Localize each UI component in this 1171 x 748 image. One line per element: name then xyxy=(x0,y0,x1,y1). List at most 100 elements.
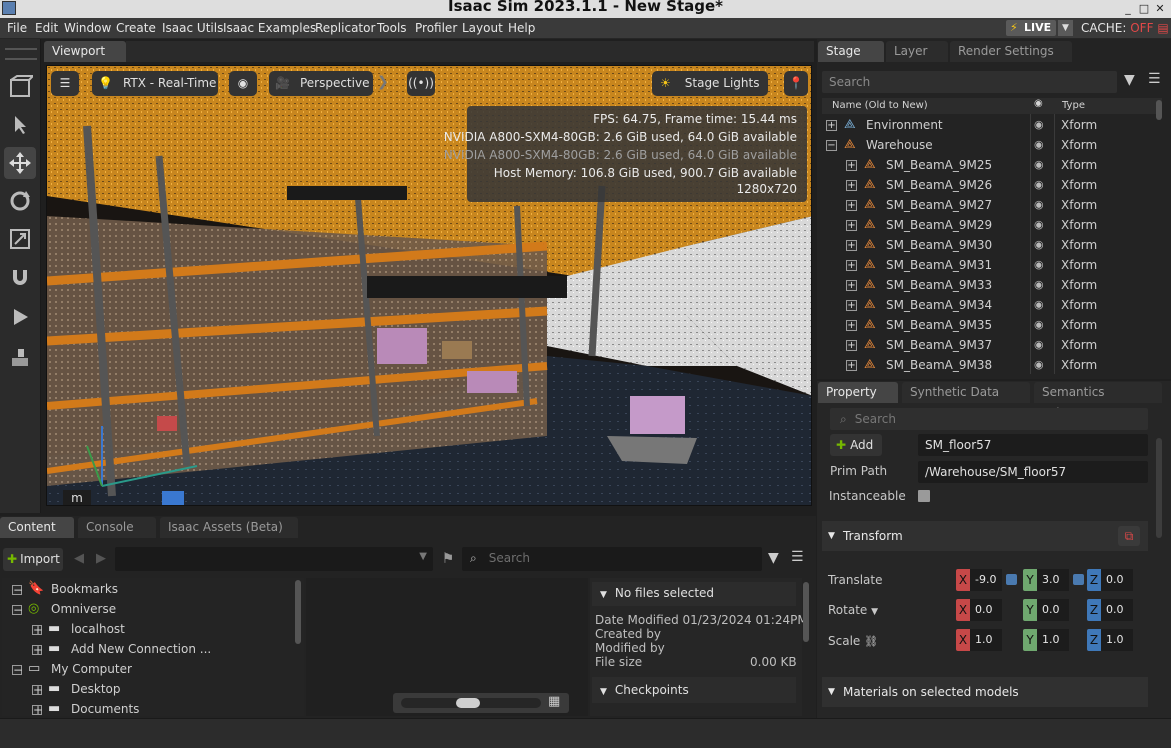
menu-tools[interactable]: Tools xyxy=(377,21,407,35)
eye-icon[interactable]: ◉ xyxy=(1034,358,1044,371)
keyframe-icon[interactable] xyxy=(1073,574,1084,585)
stage-tree-row[interactable]: + ⟁ SM_BeamA_9M38 ◉ Xform xyxy=(822,356,1154,376)
stage-tree-row[interactable]: + ⟁ SM_BeamA_9M37 ◉ Xform xyxy=(822,336,1154,356)
materials-section-header[interactable]: ▼ Materials on selected models xyxy=(822,677,1148,707)
stage-tree-row[interactable]: + ⟁ SM_BeamA_9M27 ◉ Xform xyxy=(822,196,1154,216)
tab-semantics-schema[interactable]: Semantics Schema... xyxy=(1034,382,1162,420)
stage-scrollbar[interactable] xyxy=(1156,100,1162,120)
expand-toggle[interactable]: + xyxy=(846,260,857,271)
expand-toggle[interactable]: + xyxy=(846,280,857,291)
menu-isaac-examples[interactable]: Isaac Examples xyxy=(223,21,316,35)
import-button[interactable]: ✚ Import xyxy=(3,548,63,571)
menu-profiler[interactable]: Profiler xyxy=(415,21,457,35)
add-button[interactable]: ✚ Add xyxy=(830,434,882,456)
transform-section-header[interactable]: ▼ Transform ⧉ xyxy=(822,521,1148,551)
content-tree-item[interactable]: My Computer xyxy=(51,662,132,676)
live-button[interactable]: ⚡ LIVE xyxy=(1006,20,1056,36)
eye-icon[interactable]: ◉ xyxy=(1034,298,1044,311)
eye-icon[interactable]: ◉ xyxy=(1034,138,1044,151)
visibility-button[interactable]: ◉ xyxy=(229,71,257,96)
settings-button[interactable]: ☰ xyxy=(51,71,79,96)
close-button[interactable]: ✕ xyxy=(1152,1,1168,17)
eye-icon[interactable]: ◉ xyxy=(1034,218,1044,231)
content-tree-item[interactable]: Documents xyxy=(71,702,139,716)
link-icon[interactable]: ⛓ xyxy=(864,635,878,648)
path-input[interactable]: ▼ xyxy=(115,547,433,571)
prim-name-field[interactable]: SM_floor57 xyxy=(918,434,1148,456)
tab-render-settings[interactable]: Render Settings xyxy=(950,41,1072,62)
eye-icon[interactable]: ◉ xyxy=(1034,278,1044,291)
renderer-button[interactable]: 💡 RTX - Real-Time xyxy=(92,71,218,96)
stage-tree-row[interactable]: + ⟁ SM_BeamA_9M33 ◉ Xform xyxy=(822,276,1154,296)
menu-isaac-utils[interactable]: Isaac Utils xyxy=(162,21,223,35)
stage-search-input[interactable]: Search xyxy=(822,71,1117,93)
expand-toggle[interactable]: + xyxy=(846,200,857,211)
scale-x-field[interactable]: 1.0 xyxy=(970,629,1002,651)
eye-icon[interactable]: ◉ xyxy=(1034,258,1044,271)
expand-toggle[interactable]: + xyxy=(32,624,43,636)
stage-tree-row[interactable]: + ⟁ SM_BeamA_9M35 ◉ Xform xyxy=(822,316,1154,336)
broadcast-button[interactable]: ((•)) xyxy=(407,71,435,96)
property-scrollbar[interactable] xyxy=(1156,438,1162,538)
translate-z-field[interactable]: 0.0 xyxy=(1101,569,1133,591)
eye-icon[interactable]: ◉ xyxy=(1034,178,1044,191)
stage-tree-row[interactable]: + ⟁ SM_BeamA_9M25 ◉ Xform xyxy=(822,156,1154,176)
col-name-header[interactable]: Name (Old to New) xyxy=(832,100,928,111)
chevron-down-icon[interactable]: ▼ xyxy=(419,551,427,562)
expand-toggle[interactable]: + xyxy=(826,120,837,131)
eye-icon[interactable]: ◉ xyxy=(1034,318,1044,331)
grid-view-icon[interactable]: ▦ xyxy=(548,694,560,709)
scale-y-field[interactable]: 1.0 xyxy=(1037,629,1069,651)
slider-thumb[interactable] xyxy=(456,698,480,708)
transform-options-button[interactable]: ⧉ xyxy=(1118,526,1140,546)
expand-toggle[interactable]: + xyxy=(32,644,43,656)
stage-tree-row[interactable]: − ⟁ Warehouse ◉ Xform xyxy=(822,136,1154,156)
details-scrollbar[interactable] xyxy=(803,582,809,642)
live-dropdown-button[interactable]: ▼ xyxy=(1058,20,1073,36)
menu-file[interactable]: File xyxy=(7,21,27,35)
expand-toggle[interactable]: + xyxy=(846,340,857,351)
tab-property[interactable]: Property xyxy=(818,382,898,403)
expand-toggle[interactable]: + xyxy=(846,360,857,371)
menu-create[interactable]: Create xyxy=(116,21,156,35)
snap-tool[interactable] xyxy=(4,261,36,293)
tab-viewport[interactable]: Viewport xyxy=(44,41,126,62)
expand-toggle[interactable]: + xyxy=(846,240,857,251)
tab-isaac-assets[interactable]: Isaac Assets (Beta) xyxy=(160,517,298,538)
expand-toggle[interactable]: − xyxy=(12,664,23,676)
forward-arrow-icon[interactable]: ▶ xyxy=(96,551,106,566)
expand-toggle[interactable]: + xyxy=(846,320,857,331)
expand-toggle[interactable]: + xyxy=(846,220,857,231)
prim-path-field[interactable]: /Warehouse/SM_floor57 xyxy=(918,461,1148,483)
rotate-tool[interactable] xyxy=(4,185,36,217)
checkpoints-header[interactable]: ▼ Checkpoints xyxy=(592,677,796,703)
menu-window[interactable]: Window xyxy=(64,21,111,35)
eye-icon[interactable]: ◉ xyxy=(1034,198,1044,211)
filter-icon[interactable]: ▼ xyxy=(768,550,779,566)
instanceable-checkbox[interactable] xyxy=(918,490,930,502)
hamburger-icon[interactable]: ☰ xyxy=(791,549,804,565)
select-mode-tool[interactable] xyxy=(4,71,36,103)
details-header[interactable]: ▼ No files selected xyxy=(592,582,796,606)
stage-tree-row[interactable]: + ⟁ SM_BeamA_9M30 ◉ Xform xyxy=(822,236,1154,256)
expand-toggle[interactable]: + xyxy=(846,160,857,171)
stage-lights-button[interactable]: ☀ Stage Lights xyxy=(652,71,768,96)
expand-toggle[interactable]: + xyxy=(846,180,857,191)
keyframe-icon[interactable] xyxy=(1006,574,1017,585)
eye-icon[interactable]: ◉ xyxy=(1034,118,1044,131)
stage-tree-row[interactable]: + ⟁ Environment ◉ Xform xyxy=(822,116,1154,136)
eye-icon[interactable]: ◉ xyxy=(1034,238,1044,251)
stage-tree-row[interactable]: + ⟁ SM_BeamA_9M26 ◉ Xform xyxy=(822,176,1154,196)
tree-scrollbar[interactable] xyxy=(295,580,301,644)
filter-icon[interactable]: ▼ xyxy=(1124,72,1135,88)
stage-tree-row[interactable]: + ⟁ SM_BeamA_9M31 ◉ Xform xyxy=(822,256,1154,276)
expand-toggle[interactable]: + xyxy=(32,704,43,716)
expand-toggle[interactable]: + xyxy=(32,684,43,696)
content-tree-item[interactable]: Omniverse xyxy=(51,602,116,616)
maximize-button[interactable]: □ xyxy=(1136,1,1152,17)
minimize-button[interactable]: _ xyxy=(1120,1,1136,17)
physics-tool[interactable] xyxy=(4,341,36,373)
expand-toggle[interactable]: − xyxy=(12,584,23,596)
stage-tree-row[interactable]: + ⟁ SM_BeamA_9M29 ◉ Xform xyxy=(822,216,1154,236)
translate-x-field[interactable]: -9.0 xyxy=(970,569,1002,591)
